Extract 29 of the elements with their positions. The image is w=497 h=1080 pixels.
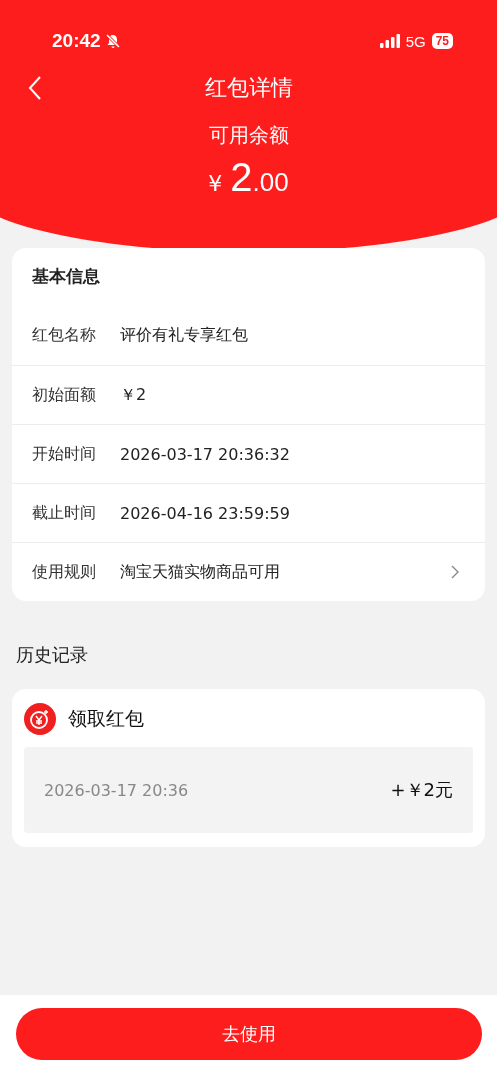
- field-label: 初始面额: [32, 384, 97, 406]
- balance-integer: 2: [230, 155, 253, 200]
- record-time: 2026-03-17 20:36: [44, 780, 189, 800]
- use-button[interactable]: 去使用: [15, 1007, 482, 1060]
- back-icon[interactable]: [28, 75, 42, 101]
- muted-bell-icon: [104, 33, 121, 49]
- field-value[interactable]: 淘宝天猫实物商品可用: [120, 561, 451, 583]
- yuan-coin-icon: [24, 703, 56, 735]
- field-value: 2026-03-17 20:36:32: [120, 444, 291, 464]
- page-title: 红包详情: [204, 74, 293, 102]
- record-title: 领取红包: [68, 706, 144, 731]
- balance-fraction: .00: [252, 167, 289, 198]
- card-title: 基本信息: [31, 265, 101, 288]
- balance-label: 可用余额: [208, 122, 289, 149]
- currency-symbol: ¥: [208, 171, 223, 196]
- section-title: 历史记录: [15, 643, 89, 667]
- chevron-right-icon[interactable]: [451, 565, 459, 579]
- field-value: ￥2: [120, 384, 148, 406]
- network-label: 5G: [405, 32, 426, 50]
- field-label: 红包名称: [32, 325, 97, 346]
- field-value: 评价有礼专享红包: [120, 325, 249, 346]
- field-label: 截止时间: [32, 502, 97, 524]
- battery-level: 75: [431, 33, 453, 49]
- record-amount: +￥2元: [390, 778, 453, 802]
- field-label: 开始时间: [32, 443, 97, 465]
- field-value: 2026-04-16 23:59:59: [120, 503, 291, 523]
- status-time: 20:42: [52, 30, 101, 52]
- signal-icon: [379, 34, 400, 48]
- field-label: 使用规则: [32, 561, 97, 583]
